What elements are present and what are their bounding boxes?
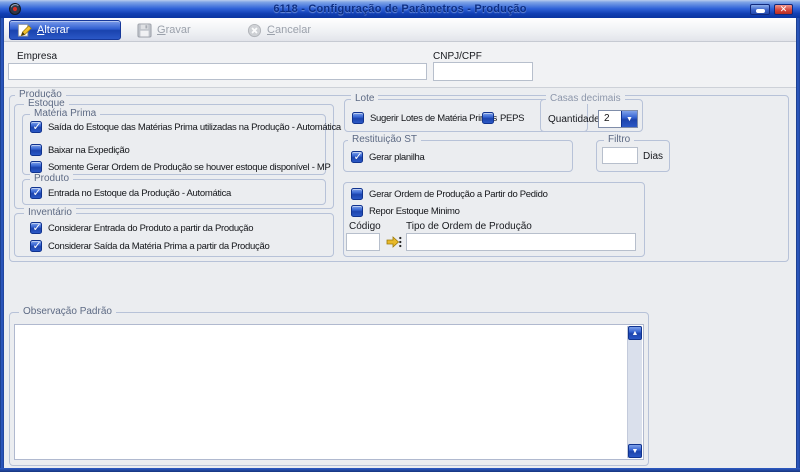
lookup-icon[interactable] (386, 234, 402, 250)
checkbox-label: Saída do Estoque das Matérias Prima util… (48, 121, 341, 134)
window-border (796, 16, 800, 472)
group-casas-decimais-label: Casas decimais (546, 93, 625, 104)
tipo-ordem-label: Tipo de Ordem de Produção (406, 221, 532, 232)
checkbox-gerar-planilha[interactable]: Gerar planilha (351, 151, 424, 164)
edit-pencil-icon (17, 23, 32, 38)
checkbox-icon (30, 161, 42, 173)
checkbox-label: Somente Gerar Ordem de Produção se houve… (48, 161, 331, 174)
group-restituicao-st-label: Restituição ST (348, 134, 421, 145)
checkbox-gerar-ordem-pedido[interactable]: Gerar Ordem de Produção a Partir do Pedi… (351, 188, 548, 201)
checkbox-icon (30, 187, 42, 199)
cancel-circle-icon (247, 23, 262, 38)
parametros-producao-window: 6118 - Configuração de Parâmetros - Prod… (0, 0, 800, 472)
group-materia-prima-label: Matéria Prima (30, 108, 100, 119)
scroll-up-icon[interactable]: ▲ (628, 326, 642, 340)
empresa-label: Empresa (17, 51, 57, 62)
cancelar-button[interactable]: Cancelar (240, 20, 318, 40)
checkbox-label: Gerar Ordem de Produção a Partir do Pedi… (369, 188, 548, 201)
quantidade-dropdown[interactable]: 2 ▼ (598, 110, 638, 128)
observacao-textarea-frame: ▲ ▼ (14, 324, 644, 460)
checkbox-repor-estoque-minimo[interactable]: Repor Estoque Minimo (351, 205, 460, 218)
checkbox-icon (30, 121, 42, 133)
checkbox-considerar-entrada[interactable]: Considerar Entrada do Produto a partir d… (30, 222, 253, 235)
window-border (0, 468, 800, 472)
checkbox-peps[interactable]: PEPS (482, 112, 524, 125)
checkbox-icon (30, 240, 42, 252)
gravar-label: Gravar (157, 24, 191, 36)
checkbox-label: PEPS (500, 112, 524, 125)
checkbox-entrada-estoque[interactable]: Entrada no Estoque da Produção - Automát… (30, 187, 231, 200)
checkbox-baixar-expedicao[interactable]: Baixar na Expedição (30, 144, 129, 157)
gravar-button[interactable]: Gravar (130, 20, 198, 40)
cnpj-input[interactable] (433, 62, 533, 81)
cancelar-label: Cancelar (267, 24, 311, 36)
chevron-down-icon[interactable]: ▼ (621, 111, 637, 127)
empresa-input[interactable] (8, 63, 427, 80)
checkbox-label: Sugerir Lotes de Matéria Primas (370, 112, 497, 125)
checkbox-icon (30, 222, 42, 234)
quantidade-label: Quantidade (548, 114, 600, 125)
checkbox-label: Considerar Saída da Matéria Prima a part… (48, 240, 269, 253)
group-filtro-label: Filtro (604, 134, 634, 145)
checkbox-icon (351, 205, 363, 217)
toolbar: Alterar Gravar Cancelar (4, 18, 796, 42)
alterar-label: Alterar (37, 24, 69, 36)
window-title: 6118 - Configuração de Parâmetros - Prod… (0, 3, 800, 15)
group-observacao-label: Observação Padrão (19, 306, 116, 317)
scroll-down-icon[interactable]: ▼ (628, 444, 642, 458)
checkbox-label: Entrada no Estoque da Produção - Automát… (48, 187, 231, 200)
checkbox-label: Repor Estoque Minimo (369, 205, 460, 218)
checkbox-label: Baixar na Expedição (48, 144, 129, 157)
codigo-label: Código (349, 221, 381, 232)
save-floppy-icon (137, 23, 152, 38)
checkbox-saida-estoque-mp[interactable]: Saída do Estoque das Matérias Prima util… (30, 121, 341, 134)
close-icon: ✕ (780, 5, 788, 14)
checkbox-sugerir-lotes[interactable]: Sugerir Lotes de Matéria Primas (352, 112, 497, 125)
titlebar: 6118 - Configuração de Parâmetros - Prod… (0, 0, 800, 18)
filtro-dias-input[interactable] (602, 147, 638, 164)
checkbox-icon (351, 151, 363, 163)
observacao-textarea[interactable] (15, 325, 627, 459)
tipo-ordem-input[interactable] (406, 233, 636, 251)
checkbox-icon (351, 188, 363, 200)
minimize-button[interactable] (750, 4, 770, 15)
window-border (0, 16, 4, 472)
checkbox-somente-gerar-op[interactable]: Somente Gerar Ordem de Produção se houve… (30, 161, 331, 174)
checkbox-considerar-saida[interactable]: Considerar Saída da Matéria Prima a part… (30, 240, 269, 253)
checkbox-label: Gerar planilha (369, 151, 424, 164)
cnpj-label: CNPJ/CPF (433, 51, 482, 62)
checkbox-label: Considerar Entrada do Produto a partir d… (48, 222, 253, 235)
alterar-button[interactable]: Alterar (9, 20, 121, 40)
quantidade-value: 2 (599, 111, 621, 127)
group-produto-label: Produto (30, 173, 73, 184)
dias-label: Dias (643, 151, 663, 162)
group-lote-label: Lote (351, 93, 378, 104)
minimize-icon (756, 9, 765, 13)
group-inventario-label: Inventário (24, 207, 76, 218)
codigo-input[interactable] (346, 233, 380, 251)
checkbox-icon (482, 112, 494, 124)
checkbox-icon (30, 144, 42, 156)
checkbox-icon (352, 112, 364, 124)
vertical-scrollbar[interactable]: ▲ ▼ (627, 326, 642, 458)
close-button[interactable]: ✕ (774, 4, 793, 15)
